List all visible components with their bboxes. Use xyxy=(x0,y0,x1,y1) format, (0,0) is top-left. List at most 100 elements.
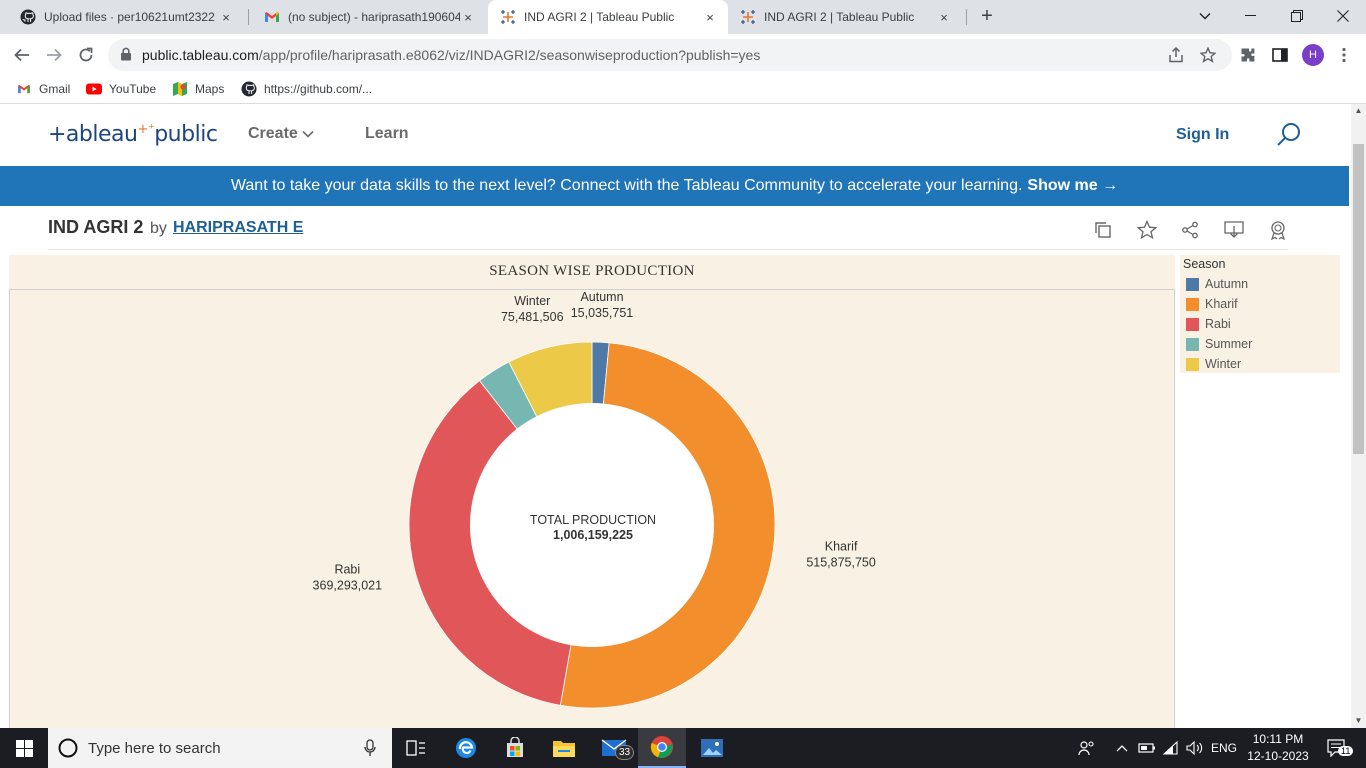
microsoft-store-icon[interactable] xyxy=(491,728,539,768)
taskbar-search-box[interactable]: Type here to search xyxy=(48,728,392,768)
slice-value-rabi: 369,293,021 xyxy=(313,578,383,592)
bookmark-maps[interactable]: Maps xyxy=(172,81,224,97)
dashboard-title: SEASON WISE PRODUCTION xyxy=(489,263,695,279)
back-arrow-icon[interactable] xyxy=(10,43,34,67)
tab-close-icon[interactable]: × xyxy=(702,10,718,25)
legend-swatch xyxy=(1186,277,1199,291)
people-icon[interactable] xyxy=(1076,728,1098,768)
season-legend: Season Autumn Kharif Rabi Summer Winter xyxy=(1180,255,1340,373)
browser-tab-active[interactable]: IND AGRI 2 | Tableau Public × xyxy=(488,0,728,34)
scroll-up-arrow-icon[interactable]: ▲ xyxy=(1351,104,1366,118)
task-view-icon[interactable] xyxy=(392,728,440,768)
url-host: public.tableau.com xyxy=(142,47,259,63)
nav-create[interactable]: Create xyxy=(248,125,314,143)
favorite-star-icon[interactable] xyxy=(1135,218,1159,242)
show-hidden-icons-chevron-icon[interactable] xyxy=(1112,728,1132,768)
system-clock[interactable]: 10:11 PM 12-10-2023 xyxy=(1244,731,1312,765)
search-icon[interactable] xyxy=(1276,122,1302,148)
scrollbar-thumb[interactable] xyxy=(1353,144,1364,454)
legend-label: Autumn xyxy=(1205,277,1249,291)
download-icon[interactable] xyxy=(1222,218,1246,242)
gmail-icon xyxy=(16,81,32,97)
browser-tab[interactable]: IND AGRI 2 | Tableau Public × xyxy=(728,0,962,34)
tab-close-icon[interactable]: × xyxy=(936,10,952,25)
scroll-down-arrow-icon[interactable]: ▼ xyxy=(1351,714,1366,728)
wifi-icon[interactable] xyxy=(1160,728,1182,768)
tab-title: (no subject) - hariprasath190604 xyxy=(288,10,460,24)
legend-label: Kharif xyxy=(1205,297,1238,311)
new-tab-button[interactable]: + xyxy=(976,5,998,27)
address-bar[interactable]: public.tableau.com/app/profile/hariprasa… xyxy=(108,39,1232,71)
badge-award-icon[interactable] xyxy=(1266,218,1290,242)
forward-arrow-icon[interactable] xyxy=(42,43,66,67)
reload-icon[interactable] xyxy=(74,43,98,67)
legend-item-rabi[interactable]: Rabi xyxy=(1186,316,1231,332)
microphone-icon[interactable] xyxy=(364,739,376,762)
mail-unread-badge: 33 xyxy=(615,745,635,760)
browser-tab[interactable]: (no subject) - hariprasath190604 × xyxy=(252,0,486,34)
extensions-puzzle-icon[interactable] xyxy=(1236,43,1260,67)
site-header: +ableau+⁺public Create Learn Sign In xyxy=(0,104,1351,166)
restore-icon[interactable] xyxy=(1274,0,1320,32)
chart-frame: TOTAL PRODUCTION 1,006,159,225 Autumn 15,… xyxy=(9,289,1175,728)
search-circle-icon xyxy=(58,738,78,763)
tab-divider xyxy=(966,9,967,25)
author-link[interactable]: HARIPRASATH E xyxy=(173,219,303,237)
sign-in-link[interactable]: Sign In xyxy=(1176,126,1229,144)
windows-start-icon[interactable] xyxy=(0,728,48,768)
file-explorer-icon[interactable] xyxy=(540,728,588,768)
legend-label: Summer xyxy=(1205,337,1253,351)
tab-close-icon[interactable]: × xyxy=(460,10,476,25)
tab-title: IND AGRI 2 | Tableau Public xyxy=(764,10,915,24)
bookmark-youtube[interactable]: YouTube xyxy=(86,81,156,97)
tab-title: IND AGRI 2 | Tableau Public xyxy=(524,10,675,24)
photos-icon[interactable] xyxy=(688,728,736,768)
legend-title: Season xyxy=(1183,257,1226,271)
nav-create-label: Create xyxy=(248,125,298,142)
url-path: /app/profile/hariprasath.e8062/viz/INDAG… xyxy=(258,47,761,63)
tab-strip: Upload files · per10621umt2322 × (no sub… xyxy=(0,0,1366,34)
share-icon[interactable] xyxy=(1178,218,1202,242)
tab-search-chevron-icon[interactable] xyxy=(1182,0,1228,32)
tab-close-icon[interactable]: × xyxy=(218,10,234,25)
legend-swatch xyxy=(1186,357,1199,371)
community-banner: Want to take your data skills to the nex… xyxy=(0,166,1349,206)
edge-browser-icon[interactable] xyxy=(442,728,490,768)
bookmark-gmail[interactable]: Gmail xyxy=(16,81,70,97)
slice-label-kharif: Kharif xyxy=(825,539,858,553)
viz-title-row: IND AGRI 2 by HARIPRASATH E xyxy=(48,214,1288,250)
lock-icon[interactable] xyxy=(120,47,134,61)
page-scrollbar[interactable]: ▲ ▼ xyxy=(1351,104,1366,728)
tableau-public-logo[interactable]: +ableau+⁺public xyxy=(48,122,218,147)
side-panel-icon[interactable] xyxy=(1268,43,1292,67)
chevron-down-icon xyxy=(302,130,314,138)
close-window-icon[interactable] xyxy=(1320,0,1366,32)
nav-learn[interactable]: Learn xyxy=(365,125,409,143)
bookmark-star-icon[interactable] xyxy=(1198,45,1218,65)
legend-item-kharif[interactable]: Kharif xyxy=(1186,296,1238,312)
chrome-taskbar-icon[interactable] xyxy=(638,728,686,768)
slice-label-winter: Winter xyxy=(514,294,550,308)
maps-icon xyxy=(172,81,188,97)
share-icon[interactable] xyxy=(1166,45,1186,65)
tab-divider xyxy=(248,9,249,25)
legend-item-autumn[interactable]: Autumn xyxy=(1186,276,1248,292)
legend-label: Winter xyxy=(1205,357,1242,371)
chrome-menu-icon[interactable] xyxy=(1332,43,1356,67)
show-me-link[interactable]: Show me → xyxy=(1027,177,1118,195)
mail-icon[interactable]: 33 xyxy=(590,728,638,768)
donut-chart[interactable]: TOTAL PRODUCTION 1,006,159,225 Autumn 15,… xyxy=(10,290,1174,728)
browser-tab[interactable]: Upload files · per10621umt2322 × xyxy=(8,0,244,34)
language-indicator[interactable]: ENG xyxy=(1208,728,1240,768)
banner-text: Want to take your data skills to the nex… xyxy=(230,177,1023,194)
legend-item-winter[interactable]: Winter xyxy=(1186,356,1241,372)
slice-value-kharif: 515,875,750 xyxy=(806,555,876,569)
bookmark-github[interactable]: https://github.com/... xyxy=(241,81,372,97)
minimize-icon[interactable] xyxy=(1228,0,1274,32)
battery-icon[interactable] xyxy=(1136,728,1158,768)
notification-center-icon[interactable]: 11 xyxy=(1320,728,1354,768)
copy-icon[interactable] xyxy=(1091,218,1115,242)
profile-avatar[interactable]: H xyxy=(1302,44,1324,66)
legend-item-summer[interactable]: Summer xyxy=(1186,336,1252,352)
volume-icon[interactable] xyxy=(1184,728,1206,768)
